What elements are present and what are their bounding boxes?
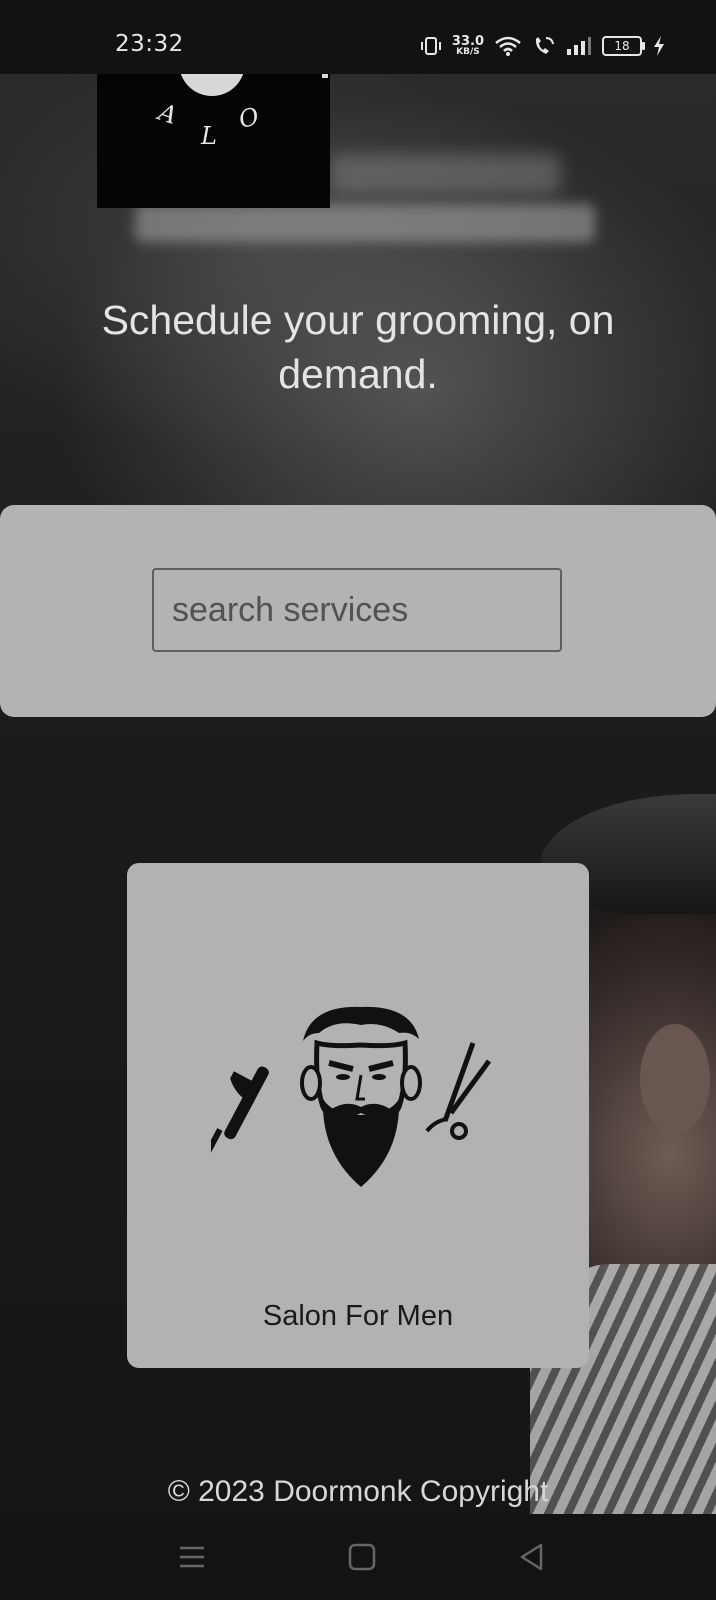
battery-icon: 18 bbox=[602, 36, 645, 56]
signal-icon bbox=[567, 37, 591, 55]
logo-letter: A bbox=[155, 98, 181, 130]
search-input[interactable] bbox=[152, 568, 562, 652]
status-time: 23:32 bbox=[115, 31, 184, 57]
vibrate-icon bbox=[420, 37, 441, 55]
bearded-man-scissors-razor-icon bbox=[211, 1006, 492, 1187]
footer-copyright: © 2023 Doormonk Copyright bbox=[167, 1475, 549, 1508]
status-bar: 23:32 33.0 KB/S 18 bbox=[0, 0, 716, 74]
logo-letter: O bbox=[235, 102, 262, 134]
back-icon[interactable] bbox=[515, 1540, 549, 1574]
search-panel bbox=[0, 505, 716, 717]
wifi-call-icon bbox=[535, 37, 554, 54]
logo-letter: L bbox=[201, 122, 217, 150]
background-light bbox=[330, 154, 560, 194]
service-card-salon-for-men[interactable]: Salon For Men bbox=[127, 863, 589, 1368]
background-light bbox=[135, 204, 595, 242]
charging-icon bbox=[654, 36, 664, 56]
status-icons: 33.0 KB/S 18 bbox=[420, 30, 666, 62]
network-speed: 33.0 KB/S bbox=[452, 35, 484, 57]
wifi-icon bbox=[495, 36, 521, 56]
home-icon[interactable] bbox=[345, 1540, 379, 1574]
hero-headline: Schedule your grooming, on demand. bbox=[101, 297, 615, 397]
service-label: Salon For Men bbox=[262, 1300, 454, 1332]
menu-icon[interactable] bbox=[175, 1540, 209, 1574]
background-man-ear bbox=[640, 1024, 710, 1134]
system-nav-bar bbox=[0, 1514, 716, 1600]
network-speed-unit: KB/S bbox=[456, 47, 480, 57]
salon-logo[interactable]: A L O bbox=[97, 46, 330, 208]
battery-level: 18 bbox=[614, 39, 630, 53]
